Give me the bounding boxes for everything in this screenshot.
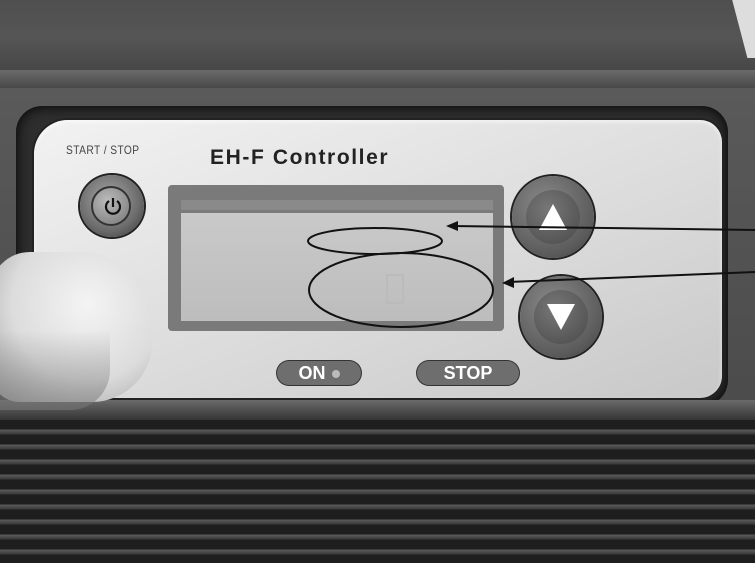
upper-display-highlight	[307, 227, 443, 255]
photo-scene: START / STOP EH-F Controller ON STOP	[0, 0, 755, 563]
annotation-arrow-lower-icon	[502, 277, 514, 288]
lower-display-highlight	[308, 252, 494, 328]
annotation-line-lower	[507, 271, 755, 283]
annotation-layer	[307, 221, 755, 328]
lcd-digit-segment	[386, 274, 404, 304]
annotation-arrow-upper-icon	[446, 221, 458, 231]
annotation-line-upper	[451, 225, 755, 231]
